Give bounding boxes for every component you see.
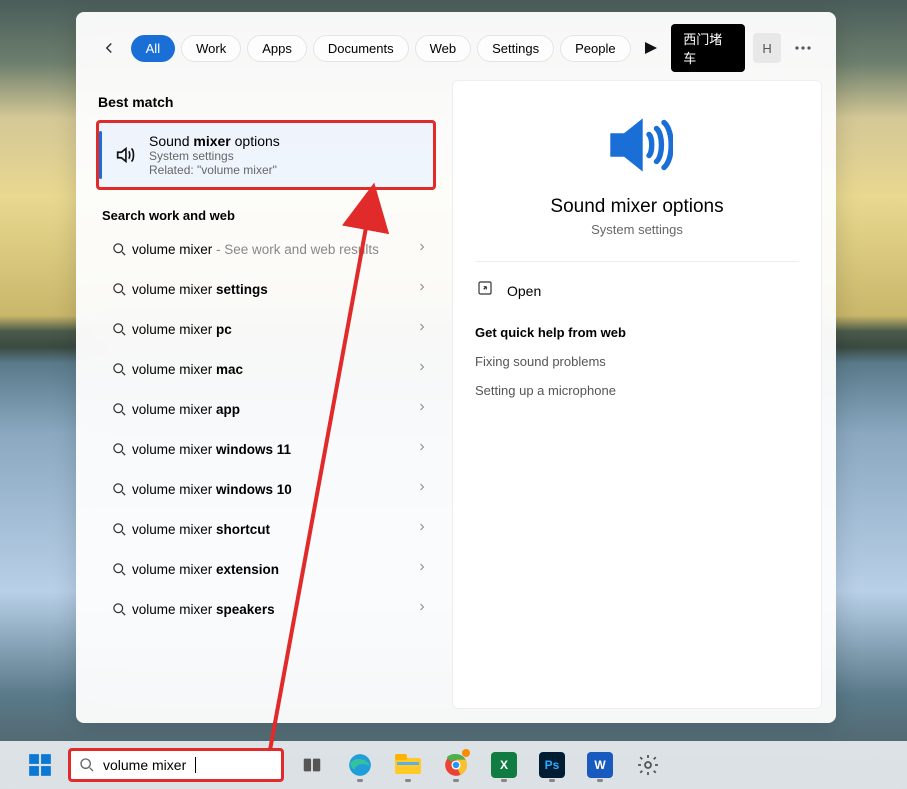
results-column: Best match Sound mixer options System se… [96, 80, 436, 709]
panel-body: Best match Sound mixer options System se… [76, 80, 836, 723]
taskbar-search-box[interactable]: volume mixer [68, 748, 284, 782]
start-search-panel: All Work Apps Documents Web Settings Peo… [76, 12, 836, 723]
speaker-large-icon [601, 109, 673, 186]
bm-title-pre: Sound [149, 133, 193, 149]
photoshop-icon[interactable]: Ps [532, 745, 572, 785]
search-icon [106, 282, 132, 297]
result-text: volume mixer speakers [132, 602, 416, 617]
result-text: volume mixer mac [132, 362, 416, 377]
search-icon [106, 442, 132, 457]
speaker-icon [111, 133, 139, 177]
result-text: volume mixer shortcut [132, 522, 416, 537]
chevron-right-icon [416, 480, 428, 498]
text-caret [195, 757, 196, 773]
chevron-right-icon [416, 240, 428, 258]
result-text: volume mixer settings [132, 282, 416, 297]
web-result-item[interactable]: volume mixer - See work and web results [96, 229, 436, 269]
best-match-label: Best match [98, 94, 436, 110]
web-result-item[interactable]: volume mixer shortcut [96, 509, 436, 549]
account-pill[interactable]: 西门堵车 [671, 24, 745, 72]
chevron-right-icon [416, 320, 428, 338]
quick-link-1[interactable]: Fixing sound problems [475, 354, 799, 369]
search-web-label: Search work and web [102, 208, 436, 223]
result-text: volume mixer windows 11 [132, 442, 416, 457]
search-icon [106, 242, 132, 257]
back-button[interactable] [96, 34, 123, 62]
open-action[interactable]: Open [475, 280, 799, 301]
chevron-right-icon [416, 600, 428, 618]
bm-subtitle-2: Related: "volume mixer" [149, 163, 423, 177]
divider [475, 261, 799, 262]
chevron-right-icon [416, 400, 428, 418]
chevron-right-icon [416, 360, 428, 378]
taskbar: volume mixer X Ps W [0, 741, 907, 789]
web-result-item[interactable]: volume mixer windows 10 [96, 469, 436, 509]
chrome-icon[interactable] [436, 745, 476, 785]
result-text: volume mixer app [132, 402, 416, 417]
more-tabs-button[interactable] [639, 35, 664, 61]
panel-topbar: All Work Apps Documents Web Settings Peo… [76, 12, 836, 80]
overflow-menu-button[interactable] [789, 34, 816, 62]
open-label: Open [507, 283, 541, 299]
result-text: volume mixer windows 10 [132, 482, 416, 497]
search-icon [106, 522, 132, 537]
search-icon [106, 362, 132, 377]
edge-icon[interactable] [340, 745, 380, 785]
detail-title: Sound mixer options [550, 196, 723, 218]
web-results-list: volume mixer - See work and web results v… [96, 229, 436, 629]
search-icon [79, 757, 95, 773]
result-text: volume mixer - See work and web results [132, 242, 416, 257]
tab-documents[interactable]: Documents [313, 35, 409, 62]
user-avatar[interactable]: H [753, 33, 782, 63]
search-icon [106, 602, 132, 617]
quick-link-2[interactable]: Setting up a microphone [475, 383, 799, 398]
file-explorer-icon[interactable] [388, 745, 428, 785]
search-icon [106, 402, 132, 417]
search-icon [106, 322, 132, 337]
web-result-item[interactable]: volume mixer settings [96, 269, 436, 309]
tab-settings[interactable]: Settings [477, 35, 554, 62]
best-match-item[interactable]: Sound mixer options System settings Rela… [96, 120, 436, 190]
filter-tabs: All Work Apps Documents Web Settings Peo… [131, 35, 631, 62]
word-icon[interactable]: W [580, 745, 620, 785]
chevron-right-icon [416, 560, 428, 578]
web-result-item[interactable]: volume mixer mac [96, 349, 436, 389]
search-input-text: volume mixer [103, 757, 186, 773]
excel-icon[interactable]: X [484, 745, 524, 785]
web-result-item[interactable]: volume mixer windows 11 [96, 429, 436, 469]
web-result-item[interactable]: volume mixer speakers [96, 589, 436, 629]
search-icon [106, 482, 132, 497]
tab-all[interactable]: All [131, 35, 175, 62]
tab-people[interactable]: People [560, 35, 630, 62]
web-result-item[interactable]: volume mixer app [96, 389, 436, 429]
open-icon [477, 280, 493, 301]
bm-title-bold: mixer [193, 133, 230, 149]
start-button[interactable] [20, 745, 60, 785]
tab-work[interactable]: Work [181, 35, 241, 62]
bm-subtitle-1: System settings [149, 149, 423, 163]
detail-subtitle: System settings [591, 222, 683, 237]
chevron-right-icon [416, 520, 428, 538]
tab-apps[interactable]: Apps [247, 35, 307, 62]
chevron-right-icon [416, 280, 428, 298]
search-icon [106, 562, 132, 577]
web-result-item[interactable]: volume mixer extension [96, 549, 436, 589]
tab-web[interactable]: Web [415, 35, 472, 62]
result-text: volume mixer pc [132, 322, 416, 337]
bm-title-post: options [231, 133, 280, 149]
settings-icon[interactable] [628, 745, 668, 785]
detail-pane: Sound mixer options System settings Open… [452, 80, 822, 709]
best-match-text: Sound mixer options System settings Rela… [149, 133, 423, 177]
web-result-item[interactable]: volume mixer pc [96, 309, 436, 349]
result-text: volume mixer extension [132, 562, 416, 577]
quick-help-label: Get quick help from web [475, 325, 799, 340]
selection-indicator [99, 131, 102, 179]
chevron-right-icon [416, 440, 428, 458]
task-view-button[interactable] [292, 745, 332, 785]
